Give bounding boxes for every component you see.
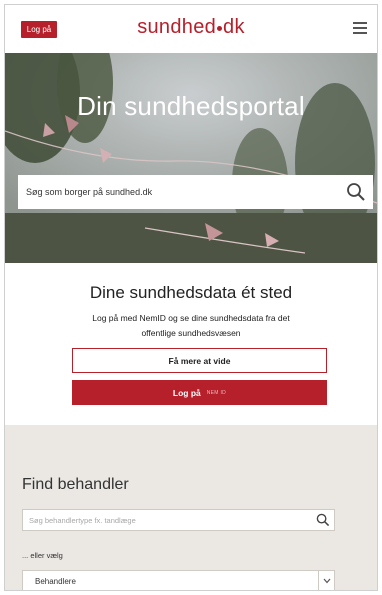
health-data-description: Log på med NemID og se dine sundhedsdata… — [92, 313, 290, 338]
search-icon[interactable] — [314, 511, 332, 529]
header: Log på sundhed dk — [5, 5, 377, 53]
provider-type-select[interactable]: Behandlere — [22, 570, 335, 590]
or-choose-label: ... eller vælg — [22, 551, 63, 560]
logo-text-left: sundhed — [137, 16, 217, 38]
chevron-down-icon[interactable] — [318, 571, 334, 590]
page-frame: Log på sundhed dk Din sundhedsportal Søg… — [4, 4, 378, 591]
logo[interactable]: sundhed dk — [5, 16, 377, 39]
menu-icon[interactable] — [353, 22, 367, 35]
logo-dot-icon — [217, 26, 223, 31]
health-data-title: Dine sundhedsdata ét sted — [89, 283, 293, 302]
nemid-tag: NEM ID — [206, 389, 227, 396]
citizen-search-bar[interactable] — [18, 175, 373, 209]
nemid-login-label: Log på — [172, 387, 201, 398]
logo-text-right: dk — [223, 16, 245, 38]
hero-banner: Din sundhedsportal — [5, 53, 377, 263]
find-provider-title: Find behandler — [22, 476, 129, 493]
hero-background-image — [5, 53, 377, 263]
hero-title: Din sundhedsportal — [77, 91, 305, 121]
provider-type-selected: Behandlere — [35, 576, 76, 586]
learn-more-button[interactable]: Få mere at vide — [72, 348, 327, 373]
nemid-login-button[interactable]: Log på NEM ID — [72, 380, 327, 405]
provider-search-bar[interactable] — [22, 509, 335, 531]
provider-search-input[interactable] — [29, 515, 314, 525]
search-icon[interactable] — [343, 179, 369, 205]
citizen-search-input[interactable] — [26, 187, 343, 197]
health-data-section: Dine sundhedsdata ét sted Log på med Nem… — [5, 263, 377, 425]
find-provider-section: Find behandler ... eller vælg Behandlere — [5, 425, 377, 590]
